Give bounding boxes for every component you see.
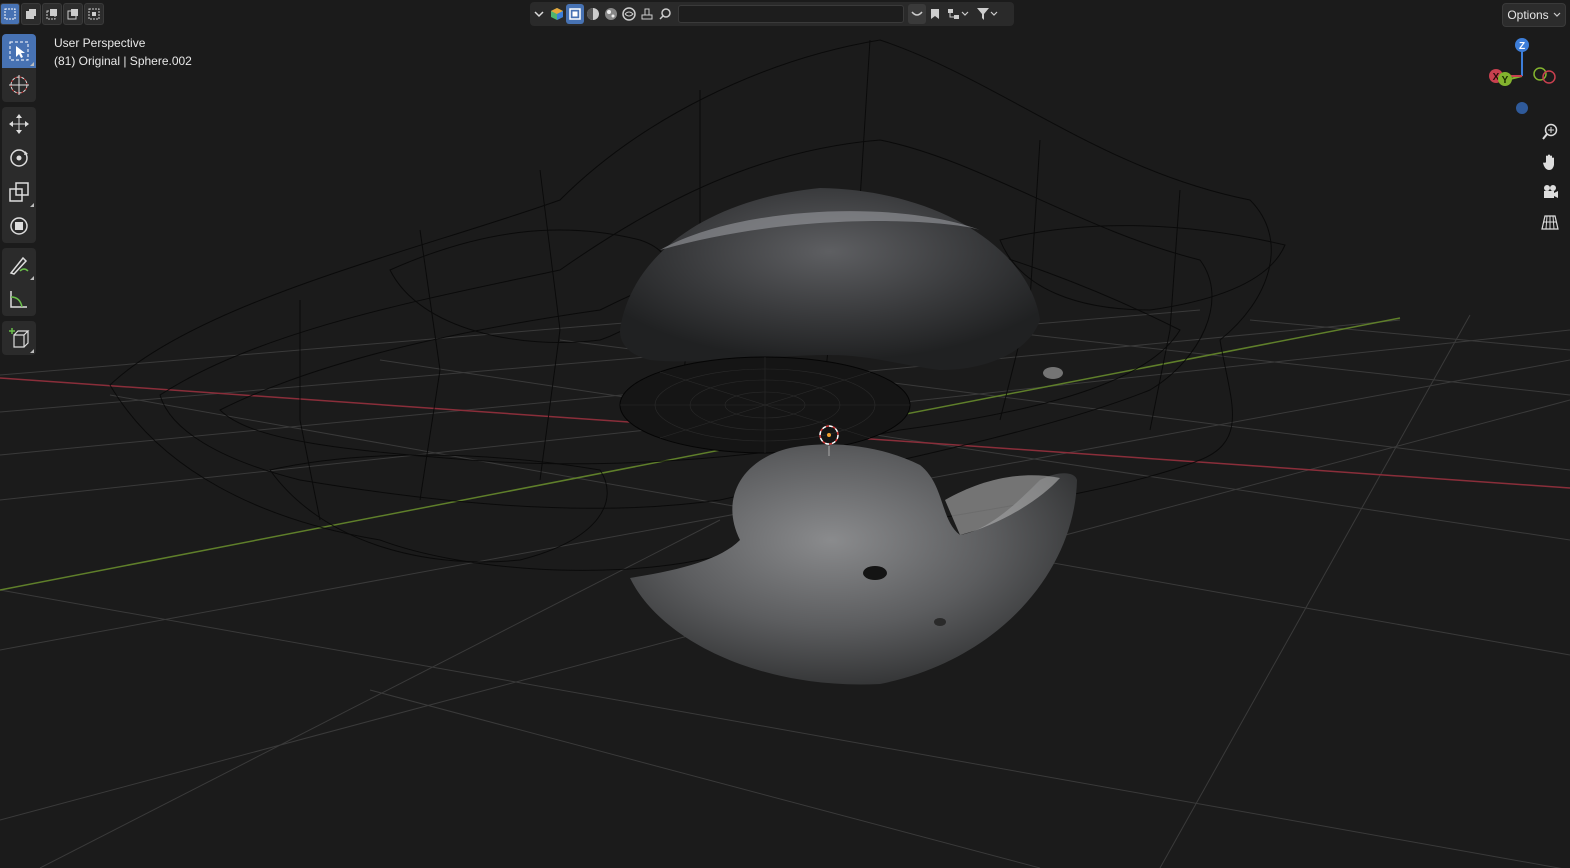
rotate-icon (10, 149, 28, 167)
gizmo-y-label: Y (1502, 75, 1509, 86)
shading-options-icon[interactable] (638, 4, 656, 24)
rendered-shading-icon[interactable] (620, 4, 638, 24)
3d-viewport[interactable] (0, 0, 1570, 868)
move-icon (9, 114, 29, 134)
filter-icon[interactable] (972, 4, 1002, 24)
chevron-down-icon (1553, 12, 1561, 17)
options-label: Options (1507, 8, 1549, 22)
viewport-header-bar (530, 2, 1014, 26)
selection-mode-group (0, 3, 104, 25)
add-cube-tool[interactable] (2, 321, 36, 355)
object-type-visibility-icon[interactable] (548, 4, 566, 24)
filter-mode-icon[interactable] (908, 4, 926, 24)
zoom-icon (1542, 123, 1558, 140)
measure-icon (10, 291, 27, 308)
annotate-tool[interactable] (2, 248, 36, 282)
wireframe-toggle-icon[interactable] (566, 4, 584, 24)
cursor-tool[interactable] (2, 68, 36, 102)
hierarchy-icon[interactable] (944, 4, 972, 24)
small-fragment (1043, 367, 1063, 379)
annotate-icon (9, 256, 29, 275)
grid-perspective-icon (1541, 215, 1559, 230)
search-icon (656, 4, 674, 24)
perspective-label: User Perspective (54, 36, 146, 50)
transform-tool[interactable] (2, 209, 36, 243)
gizmo-neg-z-axis[interactable] (1516, 102, 1528, 114)
material-preview-icon[interactable] (602, 4, 620, 24)
perspective-toggle-button[interactable] (1537, 209, 1563, 235)
rotate-tool[interactable] (2, 141, 36, 175)
navigation-gizmo[interactable]: Z X Y (1478, 30, 1570, 120)
bookmark-icon[interactable] (926, 4, 944, 24)
crater (863, 566, 887, 580)
object-info-label: (81) Original | Sphere.002 (54, 54, 192, 68)
tool-shelf (2, 34, 36, 360)
add-cube-icon (9, 328, 30, 348)
zoom-button[interactable] (1537, 119, 1563, 145)
select-subtract-icon[interactable] (42, 3, 62, 25)
select-invert-icon[interactable] (63, 3, 83, 25)
cursor-icon (9, 75, 29, 95)
options-button[interactable]: Options (1502, 3, 1566, 27)
measure-tool[interactable] (2, 282, 36, 316)
crater-small (934, 618, 946, 626)
pan-button[interactable] (1537, 149, 1563, 175)
solid-shading-icon[interactable] (584, 4, 602, 24)
select-new-icon[interactable] (0, 3, 20, 25)
hand-icon (1543, 154, 1554, 170)
search-input[interactable] (678, 5, 904, 23)
camera-icon (1544, 185, 1558, 198)
move-tool[interactable] (2, 107, 36, 141)
select-intersect-icon[interactable] (84, 3, 104, 25)
scale-tool[interactable] (2, 175, 36, 209)
select-extend-icon[interactable] (21, 3, 41, 25)
gizmo-z-label: Z (1519, 41, 1525, 52)
select-box-tool[interactable] (2, 34, 36, 68)
transform-icon (10, 217, 28, 235)
select-box-icon (9, 41, 29, 61)
camera-view-button[interactable] (1537, 179, 1563, 205)
scale-icon (9, 182, 29, 202)
chevron-down-icon[interactable] (530, 4, 548, 24)
